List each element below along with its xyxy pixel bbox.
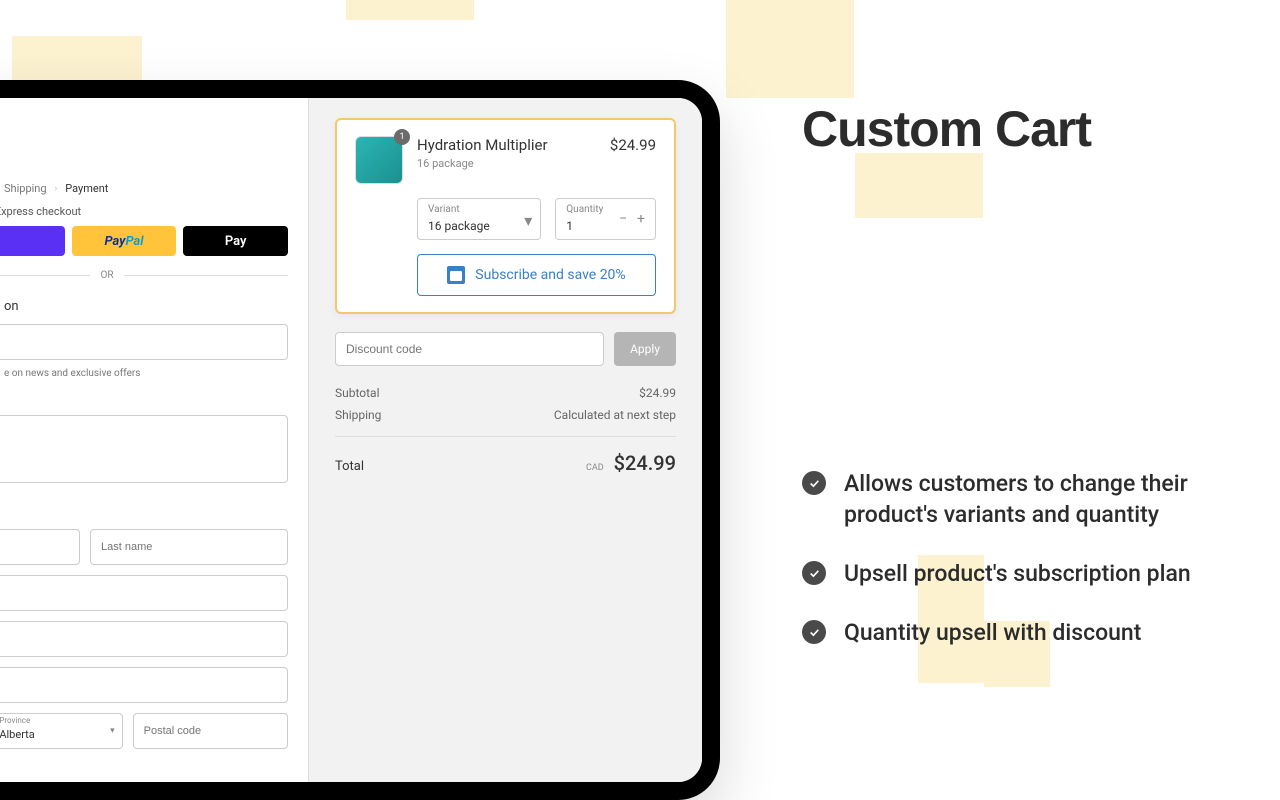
qty-badge: 1 [394,129,410,145]
feature-text: Allows customers to change their product… [844,468,1232,530]
check-icon [802,561,826,585]
feature-text: Quantity upsell with discount [844,617,1141,648]
product-image [355,136,403,184]
shoppay-button[interactable] [0,226,65,256]
subtotal-value: $24.99 [639,386,676,400]
checkout-info-panel: Shipping › Payment Express checkout PayP… [0,98,308,782]
decor-square [346,0,474,20]
qty-plus-button[interactable]: + [637,211,645,227]
address-field[interactable] [0,415,288,483]
tablet-device: Shipping › Payment Express checkout PayP… [0,80,720,800]
totals-divider [335,436,676,437]
product-price: $24.99 [610,136,656,184]
feature-item: Upsell product's subscription plan [802,558,1232,589]
postal-field[interactable] [133,713,288,749]
province-label: Province [0,716,30,725]
breadcrumb-shipping[interactable]: Shipping [4,182,47,195]
breadcrumb: Shipping › Payment [0,182,288,195]
feature-title: Custom Cart [802,100,1232,158]
optional-field[interactable] [0,621,288,657]
city-field[interactable] [0,667,288,703]
lastname-field[interactable] [90,529,288,565]
address-line-field[interactable] [0,575,288,611]
subscribe-button[interactable]: Subscribe and save 20% [417,254,656,296]
quantity-label: Quantity [566,204,603,215]
firstname-field[interactable] [0,529,80,565]
cart-panel: 1 Hydration Multiplier 16 package $24.99… [308,98,702,782]
check-icon [802,471,826,495]
chevron-down-icon: ▾ [524,211,532,230]
quantity-stepper: Quantity 1 − + [555,198,656,240]
applepay-button[interactable]: Pay [183,226,288,256]
product-image-wrap: 1 [355,136,403,184]
cart-item-card: 1 Hydration Multiplier 16 package $24.99… [335,118,676,314]
total-label: Total [335,459,364,474]
variant-select[interactable]: Variant 16 package ▾ [417,198,541,240]
quantity-value: 1 [566,219,573,233]
express-checkout-label: Express checkout [0,205,138,218]
variant-value: 16 package [428,219,490,233]
breadcrumb-payment: Payment [65,182,108,195]
qty-minus-button[interactable]: − [619,211,627,227]
divider [0,275,90,276]
paypal-button[interactable]: PayPal [72,226,177,256]
chevron-right-icon: › [55,184,58,194]
paypal-logo-a: Pay [104,234,125,249]
province-value: Alberta [0,728,35,741]
feature-section: Custom Cart Allows customers to change t… [802,100,1232,676]
feature-text: Upsell product's subscription plan [844,558,1191,589]
email-field[interactable] [0,324,288,360]
check-icon [802,620,826,644]
feature-item: Allows customers to change their product… [802,468,1232,530]
total-currency: CAD [586,463,604,473]
chevron-down-icon: ▾ [110,726,115,736]
contact-section-title: on [4,299,288,314]
applepay-label: Pay [225,234,247,249]
paypal-logo-b: Pal [125,234,143,249]
divider [124,275,288,276]
feature-item: Quantity upsell with discount [802,617,1232,648]
calendar-icon [447,266,465,284]
news-offers-label: e on news and exclusive offers [4,368,288,379]
variant-label: Variant [428,204,530,215]
shipping-value: Calculated at next step [554,408,676,422]
subscribe-label: Subscribe and save 20% [475,267,625,283]
subtotal-label: Subtotal [335,386,380,400]
total-value: $24.99 [614,451,676,475]
divider-or: OR [100,270,113,281]
decor-square [726,0,854,98]
shipping-label: Shipping [335,408,381,422]
apply-button[interactable]: Apply [614,332,676,366]
discount-input[interactable] [335,332,604,366]
product-name: Hydration Multiplier [417,136,596,154]
product-variant-sub: 16 package [417,157,596,170]
